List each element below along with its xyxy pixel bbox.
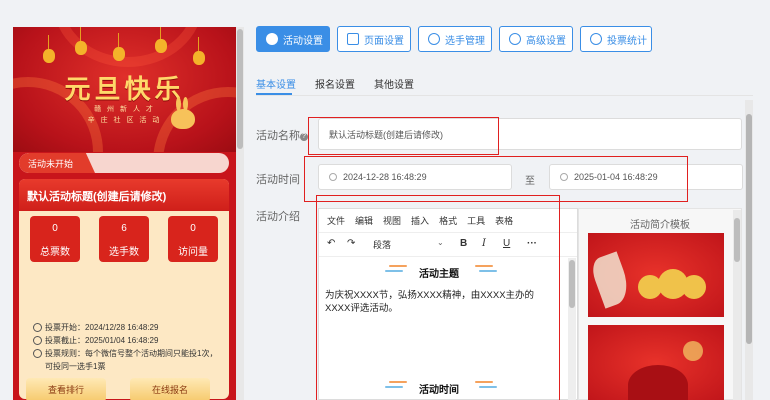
stat-visits: 0 访问量 <box>168 216 218 262</box>
menu-insert[interactable]: 插入 <box>411 214 429 227</box>
activity-intro-label: 活动介绍 <box>256 211 300 223</box>
stat-total-votes: 0 总票数 <box>30 216 80 262</box>
activity-name-input[interactable]: 默认活动标题(创建后请修改) <box>318 118 742 150</box>
template-title: 活动简介模板 <box>630 220 690 231</box>
editor-toolbar: ↶ ↷ 段落 ⌄ B I U ··· <box>319 233 577 257</box>
clock-icon <box>33 323 42 332</box>
content-heading: 活动时间 <box>419 385 459 396</box>
signup-button[interactable]: 在线报名 <box>130 378 210 400</box>
tab-other-settings[interactable]: 其他设置 <box>374 76 414 91</box>
page-scrollbar[interactable] <box>745 100 753 400</box>
chevron-down-icon[interactable]: ⌄ <box>437 238 444 247</box>
activity-time-label: 活动时间 <box>256 174 300 186</box>
template-thumbnail[interactable] <box>588 325 724 400</box>
banner-title: 元旦快乐 <box>64 75 185 105</box>
tab-page-settings[interactable]: 页面设置 <box>337 26 411 52</box>
clock-icon <box>33 336 42 345</box>
tab-contestant-management[interactable]: 选手管理 <box>418 26 492 52</box>
tab-activity-settings[interactable]: 活动设置 <box>256 26 330 52</box>
rabbit-icon <box>171 97 195 129</box>
star-icon <box>266 33 278 45</box>
range-separator: 至 <box>525 176 535 187</box>
view-ranking-button[interactable]: 查看排行 <box>26 378 106 400</box>
start-time-input[interactable]: 2024-12-28 16:48:29 <box>318 164 512 190</box>
lantern-icon <box>75 27 87 55</box>
end-time-input[interactable]: 2025-01-04 16:48:29 <box>549 164 743 190</box>
preview-banner: 元旦快乐 赣 州 新 人 才 辛 庄 社 区 活 动 <box>13 27 236 152</box>
more-icon[interactable]: ··· <box>527 238 537 249</box>
pie-icon <box>509 33 521 45</box>
tab-advanced-settings[interactable]: 高级设置 <box>499 26 573 52</box>
mobile-preview: 元旦快乐 赣 州 新 人 才 辛 庄 社 区 活 动 活动未开始 默认活动标题(… <box>13 27 236 400</box>
content-heading: 活动主题 <box>419 269 459 280</box>
editor-scrollbar[interactable] <box>568 258 576 400</box>
menu-view[interactable]: 视图 <box>383 214 401 227</box>
clock-icon <box>560 173 568 181</box>
lantern-icon <box>113 33 125 61</box>
tab-signup-settings[interactable]: 报名设置 <box>315 76 355 91</box>
divider <box>256 95 753 96</box>
tab-vote-statistics[interactable]: 投票统计 <box>580 26 652 52</box>
activity-name-label: 活动名称? <box>256 127 308 143</box>
info-icon <box>33 349 42 358</box>
stat-contestants: 6 选手数 <box>99 216 149 262</box>
intro-template-panel: 活动简介模板 <box>578 208 742 400</box>
content-paragraph: 为庆祝XXXX节，弘扬XXXX精神，由XXXX主办的XXXX评选活动。 <box>325 290 535 314</box>
menu-tools[interactable]: 工具 <box>467 214 485 227</box>
lantern-icon <box>43 35 55 63</box>
menu-file[interactable]: 文件 <box>327 214 345 227</box>
preview-scrollbar[interactable] <box>236 27 244 400</box>
editor-menubar: 文件 编辑 视图 插入 格式 工具 表格 <box>319 209 577 233</box>
redo-icon[interactable]: ↷ <box>347 238 355 249</box>
paragraph-select[interactable]: 段落 <box>373 238 391 251</box>
menu-format[interactable]: 格式 <box>439 214 457 227</box>
template-scrollbar[interactable] <box>733 210 741 400</box>
banner-subtitle: 赣 州 新 人 才 <box>94 106 155 113</box>
search-icon <box>590 33 602 45</box>
status-badge: 活动未开始 <box>19 153 229 173</box>
lantern-icon <box>193 37 205 65</box>
vote-rules: 投票开始：2024/12/28 16:48:29 投票截止：2025/01/04… <box>33 321 223 373</box>
menu-table[interactable]: 表格 <box>495 214 513 227</box>
activity-title: 默认活动标题(创建后请修改) <box>19 179 229 211</box>
page-icon <box>347 33 359 45</box>
users-icon <box>428 33 440 45</box>
banner-subtitle: 辛 庄 社 区 活 动 <box>87 117 162 124</box>
rich-text-editor[interactable]: 文件 编辑 视图 插入 格式 工具 表格 ↶ ↷ 段落 ⌄ B I U ··· … <box>318 208 578 400</box>
italic-icon[interactable]: I <box>482 238 486 249</box>
activity-info-card: 默认活动标题(创建后请修改) 0 总票数 6 选手数 0 访问量 投票开始：20… <box>19 179 229 399</box>
menu-edit[interactable]: 编辑 <box>355 214 373 227</box>
clock-icon <box>329 173 337 181</box>
editor-content[interactable]: 活动主题 为庆祝XXXX节，弘扬XXXX精神，由XXXX主办的XXXX评选活动。… <box>319 257 577 399</box>
undo-icon[interactable]: ↶ <box>327 238 335 249</box>
bold-icon[interactable]: B <box>460 238 467 249</box>
lantern-icon <box>155 27 167 53</box>
template-thumbnail[interactable] <box>588 233 724 317</box>
underline-icon[interactable]: U <box>503 238 510 249</box>
help-icon[interactable]: ? <box>300 133 308 141</box>
tab-basic-settings[interactable]: 基本设置 <box>256 76 296 91</box>
